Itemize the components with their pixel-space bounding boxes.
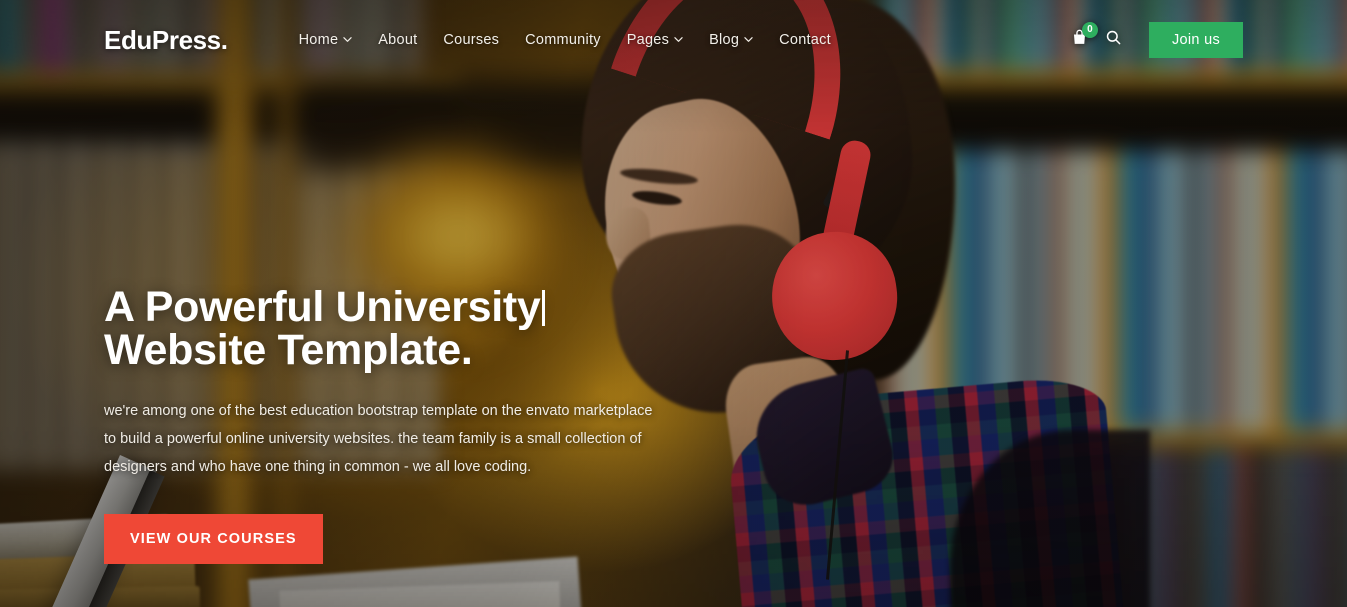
search-button[interactable] xyxy=(1097,23,1131,57)
hero-headline-line-1: A Powerful University xyxy=(104,286,704,329)
site-logo[interactable]: EduPress. xyxy=(104,25,228,56)
navbar-actions: 0 Join us xyxy=(1063,22,1243,58)
cart-count-badge: 0 xyxy=(1081,22,1098,38)
nav-item-about[interactable]: About xyxy=(365,26,430,54)
typing-cursor-icon xyxy=(541,290,545,326)
nav-item-contact[interactable]: Contact xyxy=(766,26,844,54)
chevron-down-icon xyxy=(343,35,352,44)
nav-item-label: Community xyxy=(525,32,601,48)
hero-headline-line-2: Website Template. xyxy=(104,326,473,374)
nav-item-label: Contact xyxy=(779,32,831,48)
nav-item-community[interactable]: Community xyxy=(512,26,614,54)
hero-paragraph: we're among one of the best education bo… xyxy=(104,403,653,475)
nav-item-label: Blog xyxy=(709,32,740,48)
nav-item-label: Courses xyxy=(443,32,500,48)
search-icon xyxy=(1105,29,1122,51)
hero-section: EduPress. Home About Courses Community P… xyxy=(0,0,1347,607)
hero-headline-text-1: A Powerful University xyxy=(104,283,541,331)
main-navbar: EduPress. Home About Courses Community P… xyxy=(0,0,1347,80)
hero-headline: A Powerful University Website Template. xyxy=(104,286,704,372)
nav-item-courses[interactable]: Courses xyxy=(430,26,512,54)
chevron-down-icon xyxy=(744,35,753,44)
hero-content: A Powerful University Website Template. … xyxy=(104,286,704,565)
nav-item-label: Pages xyxy=(626,32,670,48)
nav-item-pages[interactable]: Pages xyxy=(614,26,696,54)
nav-item-home[interactable]: Home xyxy=(286,26,366,54)
nav-item-label: Home xyxy=(298,32,339,48)
nav-links: Home About Courses Community Pages Blog … xyxy=(286,26,844,54)
nav-item-blog[interactable]: Blog xyxy=(696,26,766,54)
lamp-glow-inner xyxy=(380,180,540,290)
chevron-down-icon xyxy=(674,35,683,44)
join-us-button[interactable]: Join us xyxy=(1148,22,1243,58)
cart-button[interactable]: 0 xyxy=(1063,22,1098,57)
nav-item-label: About xyxy=(378,32,418,48)
view-our-courses-button[interactable]: VIEW OUR COURSES xyxy=(104,514,323,565)
